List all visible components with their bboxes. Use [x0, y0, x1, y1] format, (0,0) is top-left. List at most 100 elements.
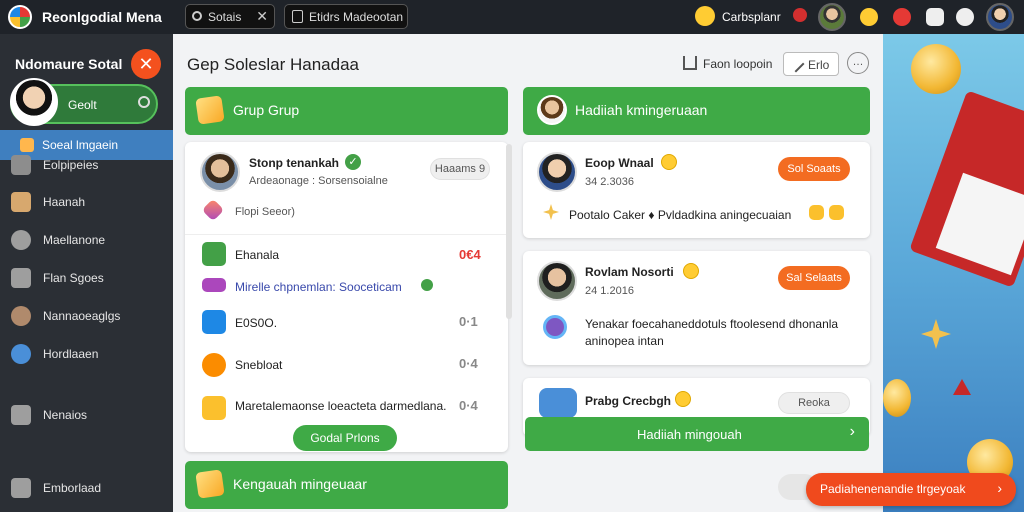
home-icon[interactable] — [683, 56, 697, 70]
status-badge[interactable]: Haaams 9 — [430, 158, 490, 180]
gamepad-icon[interactable] — [926, 8, 944, 26]
emoji-icon[interactable] — [860, 8, 878, 26]
entry-details: Pootalo Caker ♦ Pvldadkina aningecuaian — [569, 208, 792, 222]
entry-name: Eoop Wnaal — [585, 156, 654, 170]
entry-name: Rovlam Nosorti — [585, 265, 674, 279]
coin-icon — [883, 379, 911, 417]
sidebar-item-label: Haanah — [43, 195, 86, 209]
right-panel-action-bar[interactable]: Hadiiah mingouah › — [525, 417, 869, 451]
left-panel-header[interactable]: Grup Grup — [185, 87, 508, 135]
sidebar-item-label: Emborlaad — [43, 481, 102, 495]
primary-button[interactable]: Godal Prlons — [293, 425, 397, 451]
search-box[interactable]: Sotais ✕ — [185, 4, 275, 29]
cta-label: Padiahenenandie tlrgeyoak — [820, 482, 966, 496]
smiley-icon — [683, 263, 699, 279]
list-item-value: 0·4 — [459, 356, 478, 371]
app-logo-icon[interactable] — [8, 5, 32, 29]
alert-icon[interactable] — [893, 8, 911, 26]
profile-tag: Flopi Seeor) — [235, 206, 295, 218]
user-avatar[interactable] — [986, 3, 1014, 31]
scrollbar[interactable] — [506, 144, 512, 319]
top-bar: Reonlgodial Mena Sotais ✕ Etidrs Madeoot… — [0, 0, 1024, 34]
promo-illustration — [883, 34, 1024, 512]
globe-icon — [11, 344, 31, 364]
sidebar-item-label: Flan Sgoes — [43, 271, 104, 285]
user-label[interactable]: Carbsplanr — [722, 10, 781, 24]
cube-icon — [195, 469, 225, 499]
home-icon — [11, 478, 31, 498]
sidebar-item-3[interactable]: Maellanone — [0, 227, 173, 253]
verified-icon: ✓ — [345, 154, 361, 170]
list-item-value: 0·4 — [459, 398, 478, 413]
search-icon — [192, 11, 202, 21]
right-panel-title: Hadiiah kmingeruaan — [575, 102, 708, 118]
wrench-icon — [11, 155, 31, 175]
chevron-right-icon: › — [849, 423, 855, 440]
palette-icon — [202, 278, 226, 292]
friend-avatar[interactable] — [818, 3, 846, 31]
close-button[interactable]: ✕ — [131, 49, 161, 79]
left-panel-title: Grup Grup — [233, 102, 300, 118]
app-title: Reonlgodial Mena — [42, 9, 162, 25]
clear-icon[interactable]: ✕ — [256, 8, 268, 25]
more-button[interactable]: … — [847, 52, 869, 74]
entry-action-button[interactable]: Sal Selaats — [778, 266, 850, 290]
profile-name: Stonp tenankah — [249, 156, 340, 170]
avatar[interactable] — [200, 152, 240, 192]
sidebar-item-label: Nannaoeaglgs — [43, 309, 121, 323]
sidebar-item-label: Maellanone — [43, 233, 106, 247]
box-icon — [202, 310, 226, 334]
coin-icon — [202, 353, 226, 377]
edit-field-label: Etidrs Madeootan — [309, 10, 404, 24]
chat-icon — [20, 138, 34, 152]
sidebar-item-1[interactable]: Eolpipeies — [0, 152, 173, 178]
chevron-right-icon: › — [997, 480, 1002, 496]
coin-icon — [911, 44, 961, 94]
list-item-label[interactable]: Mirelle chpnemlan: Sooceticam — [235, 280, 402, 294]
box-icon — [539, 388, 577, 418]
document-icon — [292, 10, 303, 23]
smiley-icon[interactable] — [695, 6, 715, 26]
sidebar-item-label: Hordlaaen — [43, 347, 99, 361]
entry-name: Prabg Crecbgh — [585, 394, 672, 408]
smiley-icon — [661, 154, 677, 170]
stack-icon — [11, 268, 31, 288]
avatar[interactable] — [537, 261, 577, 301]
left-panel-card: Stonp tenankah ✓ Ardeaonage : Sorsensoia… — [185, 142, 508, 452]
notification-icon[interactable] — [793, 8, 807, 22]
profile-menu-icon[interactable] — [138, 96, 150, 108]
right-panel-header[interactable]: Hadiiah kmingeruaan — [523, 87, 870, 135]
sidebar-item-5[interactable]: Nannaoeaglgs — [0, 303, 173, 329]
profile-subtitle: Ardeaonage : Sorsensoialne — [249, 175, 388, 187]
entry-badge[interactable]: Reoka — [778, 392, 850, 414]
left-footer-bar[interactable]: Kengauah mingeuaar — [185, 461, 508, 509]
settings-icon[interactable] — [956, 8, 974, 26]
avatar — [10, 78, 58, 126]
sidebar-item-2[interactable]: Haanah — [0, 189, 173, 215]
filter-button[interactable]: Erlo — [783, 52, 839, 76]
edit-field[interactable]: Etidrs Madeootan — [284, 4, 408, 29]
star-icon — [543, 204, 559, 220]
promo-cta-button[interactable]: Padiahenenandie tlrgeyoak › — [806, 473, 1016, 506]
sidebar-item-8[interactable]: Emborlaad — [0, 475, 173, 501]
star-icon — [921, 319, 951, 349]
action-bar-label: Hadiiah mingouah — [637, 427, 742, 442]
list-item-label: E0S0O. — [235, 316, 278, 330]
avatar — [537, 95, 567, 125]
entry-action-button[interactable]: Sol Soaats — [778, 157, 850, 181]
avatar[interactable] — [537, 152, 577, 192]
sidebar-item-4[interactable]: Flan Sgoes — [0, 265, 173, 291]
filter-label: Erlo — [808, 58, 830, 72]
dog-icon — [11, 306, 31, 326]
person-icon — [11, 192, 31, 212]
sidebar: Ndomaure Sotal ✕ Geolt Soeal lmgaein Eol… — [0, 34, 173, 512]
main-content: Gep Soleslar Hanadaa Faon loopoin Erlo …… — [173, 34, 883, 512]
sidebar-item-label: Eolpipeies — [43, 158, 99, 172]
sidebar-item-6[interactable]: Hordlaaen — [0, 341, 173, 367]
profile-card[interactable]: Geolt — [10, 78, 158, 126]
sidebar-item-label: Nenaios — [43, 408, 88, 422]
sidebar-item-7[interactable]: Nenaios — [0, 402, 173, 428]
entry-date: 34 2.3036 — [585, 176, 634, 188]
home-link[interactable]: Faon loopoin — [703, 57, 772, 71]
divider — [185, 234, 508, 235]
